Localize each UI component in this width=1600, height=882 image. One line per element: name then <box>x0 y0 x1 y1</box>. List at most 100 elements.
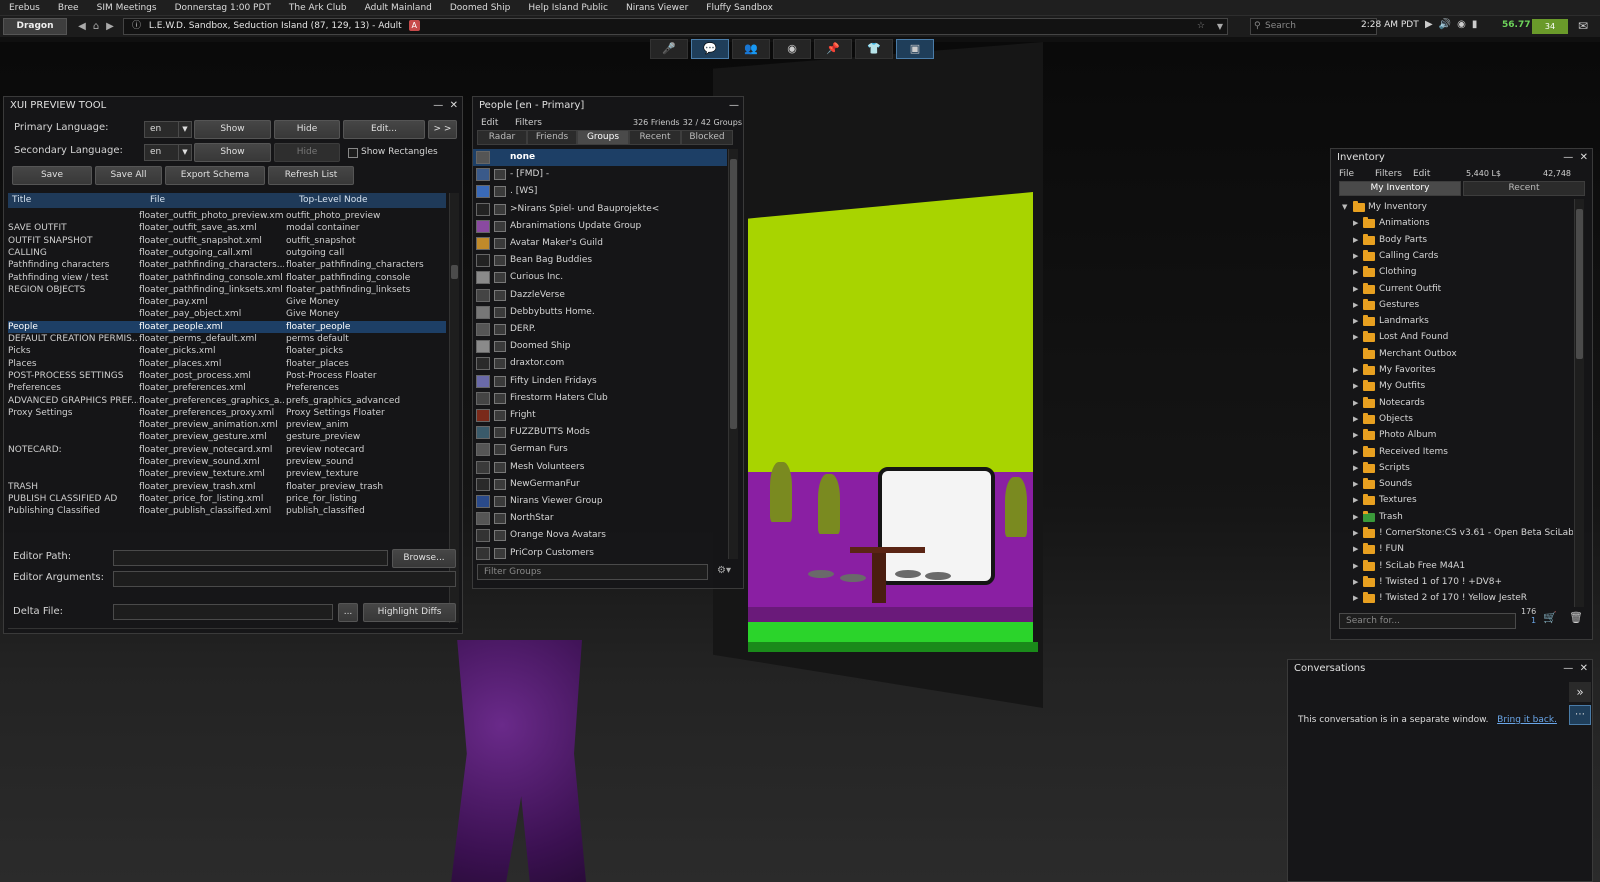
show-rectangles-checkbox[interactable] <box>348 148 358 158</box>
battery-icon[interactable]: ▮ <box>1472 19 1478 30</box>
info-icon[interactable]: ⓘ <box>132 21 141 31</box>
avatar[interactable] <box>446 640 590 882</box>
list-item[interactable]: Fifty Linden Fridays <box>473 373 727 390</box>
close-icon[interactable]: ✕ <box>1580 663 1588 674</box>
people-edit-menu[interactable]: Edit <box>481 118 498 128</box>
column-file[interactable]: File <box>150 193 165 208</box>
inventory-folder[interactable]: ▶ Scripts <box>1339 460 1573 476</box>
profile-icon[interactable] <box>494 375 506 387</box>
table-row[interactable]: SAVE OUTFIT floater_outfit_save_as.xml mod… <box>8 222 446 234</box>
people-filters-menu[interactable]: Filters <box>515 118 542 128</box>
list-item[interactable]: Orange Nova Avatars <box>473 527 727 544</box>
inventory-folder[interactable]: ▶ ! Twisted 2 of 170 ! Yellow JesteR <box>1339 590 1573 606</box>
inventory-folder[interactable]: ▶ Received Items <box>1339 444 1573 460</box>
expand-icon[interactable]: ▶ <box>1353 378 1358 394</box>
profile-icon[interactable] <box>494 427 506 439</box>
editor-path-field[interactable] <box>113 550 388 566</box>
scroll-thumb[interactable] <box>451 265 458 279</box>
table-row[interactable]: TRASH floater_preview_trash.xml floater_pr… <box>8 481 446 493</box>
secondary-language-select[interactable]: en ▼ <box>144 144 192 161</box>
profile-icon[interactable] <box>494 358 506 370</box>
binoculars-icon[interactable]: ◉ <box>1457 19 1466 30</box>
favorite-item[interactable]: Bree <box>49 3 88 13</box>
volume-icon[interactable]: 🔊 <box>1439 19 1451 30</box>
list-item[interactable]: draxtor.com <box>473 355 727 372</box>
table-row[interactable]: POST-PROCESS SETTINGS floater_post_proces… <box>8 370 446 382</box>
expand-icon[interactable]: ▶ <box>1353 541 1358 557</box>
list-item[interactable]: Debbybutts Home. <box>473 304 727 321</box>
profile-icon[interactable] <box>494 238 506 249</box>
inventory-root[interactable]: ▼ My Inventory <box>1339 199 1573 215</box>
expand-icon[interactable]: ▶ <box>1353 248 1358 264</box>
favorite-item[interactable]: The Ark Club <box>280 3 356 13</box>
table-row[interactable]: NOTECARD: floater_preview_notecard.xml pre… <box>8 444 446 456</box>
inventory-folder[interactable]: ▶ ! SciLab Free M4A1 <box>1339 558 1573 574</box>
inventory-folder[interactable]: ▶ Body Parts <box>1339 232 1573 248</box>
groups-list[interactable]: none - [FMD] - . [WS] >Nirans Spiel- und Ba… <box>473 149 727 563</box>
favorite-item[interactable]: Help Island Public <box>519 3 617 13</box>
delta-browse-button[interactable]: ... <box>338 603 358 622</box>
trash-icon[interactable]: 🗑 <box>1569 611 1583 624</box>
list-item[interactable]: Avatar Maker's Guild <box>473 235 727 252</box>
browse-button[interactable]: Browse... <box>392 549 456 568</box>
expand-icon[interactable]: ▶ <box>1353 313 1358 329</box>
expand-icon[interactable]: ▶ <box>1353 509 1358 525</box>
pin-icon[interactable]: 📌 <box>814 39 852 59</box>
expand-icon[interactable]: ▶ <box>1353 329 1358 345</box>
inventory-folder[interactable]: ▶ Notecards <box>1339 395 1573 411</box>
favorite-item[interactable]: Erebus <box>0 3 49 13</box>
favorite-item[interactable]: Donnerstag 1:00 PDT <box>166 3 280 13</box>
inventory-folder[interactable]: ▶ Lost And Found <box>1339 329 1573 345</box>
table-row[interactable]: Proxy Settings floater_preferences_proxy.… <box>8 407 446 419</box>
expand-icon[interactable]: ▶ <box>1353 558 1358 574</box>
table-row[interactable]: floater_outfit_photo_preview.xml outfit_p… <box>8 210 446 222</box>
tab-blocked[interactable]: Blocked <box>681 130 733 145</box>
appearance-icon[interactable]: 👕 <box>855 39 893 59</box>
list-item[interactable]: none <box>473 149 727 166</box>
list-item[interactable]: Nirans Viewer Group <box>473 493 727 510</box>
profile-icon[interactable] <box>494 169 506 181</box>
list-item[interactable]: Abranimations Update Group <box>473 218 727 235</box>
back-icon[interactable]: ◀ <box>75 21 89 32</box>
table-row[interactable]: floater_pay_object.xml Give Money <box>8 308 446 320</box>
profile-icon[interactable] <box>494 306 506 318</box>
list-item[interactable]: PriCorp Customers <box>473 545 727 562</box>
profile-icon[interactable] <box>494 478 506 490</box>
nearby-chat-icon[interactable]: ⋯ <box>1569 705 1591 725</box>
home-icon[interactable]: ⌂ <box>89 21 103 32</box>
table-row[interactable]: DEFAULT CREATION PERMIS... floater_perms_… <box>8 333 446 345</box>
table-row[interactable]: floater_preview_gesture.xml gesture_previ… <box>8 431 446 443</box>
table-row[interactable]: Pathfinding characters floater_pathfindin… <box>8 259 446 271</box>
profile-icon[interactable] <box>494 513 506 525</box>
minimize-icon[interactable]: — <box>1563 152 1573 163</box>
expand-button[interactable]: > > <box>428 120 457 139</box>
scroll-thumb[interactable] <box>730 159 737 429</box>
expand-icon[interactable]: ▶ <box>1353 427 1358 443</box>
inventory-folder[interactable]: Merchant Outbox <box>1339 346 1573 362</box>
bring-back-link[interactable]: Bring it back. <box>1497 715 1557 725</box>
list-item[interactable]: . [WS] <box>473 183 727 200</box>
list-item[interactable]: NewGermanFur <box>473 476 727 493</box>
chevron-down-icon[interactable]: ▼ <box>1217 19 1223 34</box>
list-item[interactable]: NorthStar <box>473 510 727 527</box>
inventory-folder[interactable]: ▶ Objects <box>1339 411 1573 427</box>
inventory-folder[interactable]: ▶ Landmarks <box>1339 313 1573 329</box>
inventory-folder[interactable]: ▶ Photo Album <box>1339 427 1573 443</box>
expand-icon[interactable]: ▶ <box>1353 232 1358 248</box>
inventory-folder[interactable]: ▶ Animations <box>1339 215 1573 231</box>
close-icon[interactable]: ✕ <box>450 100 458 111</box>
table-row[interactable]: ADVANCED GRAPHICS PREF... floater_prefere… <box>8 395 446 407</box>
table-row[interactable]: Places floater_places.xml floater_places <box>8 358 446 370</box>
table-row[interactable]: OUTFIT SNAPSHOT floater_outfit_snapshot.x… <box>8 235 446 247</box>
favorite-item[interactable]: Doomed Ship <box>441 3 519 13</box>
expand-down-icon[interactable]: ▼ <box>1342 199 1347 215</box>
table-row[interactable]: Preferences floater_preferences.xml Prefer… <box>8 382 446 394</box>
profile-icon[interactable] <box>494 255 506 267</box>
primary-language-select[interactable]: en ▼ <box>144 121 192 138</box>
profile-icon[interactable] <box>494 324 506 335</box>
hide-button[interactable]: Hide <box>274 120 340 139</box>
table-row[interactable]: REGION OBJECTS floater_pathfinding_linkse… <box>8 284 446 296</box>
favorite-item[interactable]: Adult Mainland <box>356 3 441 13</box>
table-row[interactable]: People floater_people.xml floater_people <box>8 320 446 333</box>
refresh-list-button[interactable]: Refresh List <box>268 166 354 185</box>
